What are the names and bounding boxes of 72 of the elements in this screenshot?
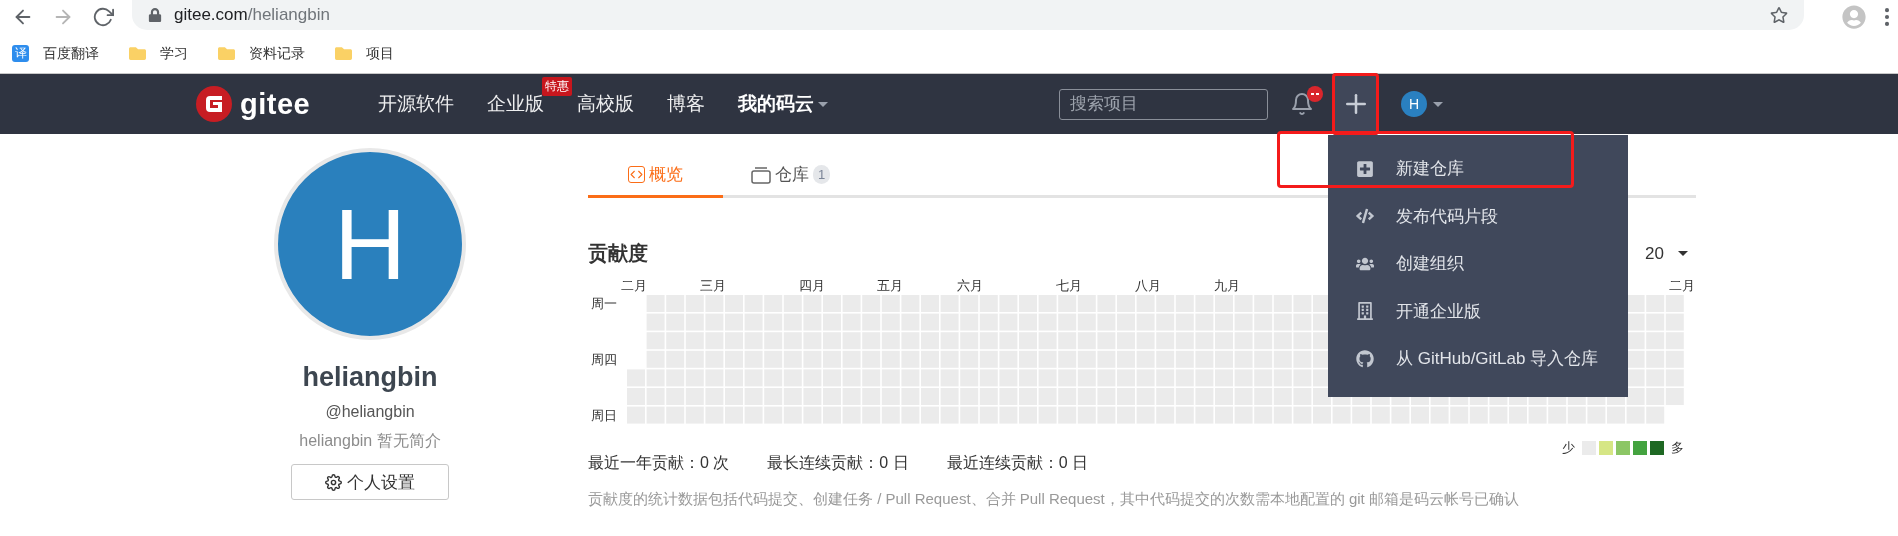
contribution-stat: 最近连续贡献：0 日 — [946, 453, 1089, 473]
folder-icon — [218, 45, 235, 62]
menu-item[interactable]: 新建仓库 — [1328, 145, 1628, 193]
reload-icon[interactable] — [92, 6, 114, 28]
legend-high-label: 多 — [1671, 439, 1684, 457]
menu-item-label: 开通企业版 — [1396, 300, 1481, 323]
settings-icon — [325, 473, 342, 491]
menu-item-label: 新建仓库 — [1396, 158, 1464, 181]
github-icon — [1354, 349, 1376, 368]
star-icon[interactable] — [1770, 6, 1788, 24]
folder-icon — [129, 45, 146, 62]
nav-link[interactable]: 开源软件 — [378, 91, 455, 117]
promo-badge: 特惠 — [542, 77, 573, 96]
menu-item-label: 发布代码片段 — [1396, 205, 1498, 228]
weekday-label: 周四 — [591, 351, 617, 367]
weekday-label: 周日 — [591, 407, 617, 423]
bookmark-label: 百度翻译 — [43, 44, 99, 63]
add-button[interactable] — [1332, 73, 1379, 135]
contribution-stat: 最长连续贡献：0 日 — [767, 453, 909, 473]
address-bar[interactable]: gitee.com/heliangbin — [132, 0, 1804, 30]
profile-name: heliangbin — [302, 362, 438, 393]
tab[interactable]: 仓库 1 — [723, 154, 858, 198]
menu-item[interactable]: 从 GitHub/GitLab 导入仓库 — [1328, 335, 1628, 383]
month-label: 四月 — [799, 278, 825, 293]
caret-icon — [1433, 101, 1443, 107]
menu-item-label: 创建组织 — [1396, 253, 1464, 276]
month-label: 二月 — [621, 278, 647, 293]
nav-link[interactable]: 企业版 — [487, 91, 545, 117]
code-icon — [1354, 207, 1376, 226]
bookmark-link[interactable]: 译 百度翻译 — [12, 44, 99, 63]
menu-item[interactable]: 开通企业版 — [1328, 287, 1628, 335]
repo-count: 1 — [812, 165, 831, 184]
lock-icon — [148, 8, 162, 22]
brand-name[interactable]: gitee — [240, 87, 311, 121]
bell-icon[interactable] — [1290, 92, 1314, 116]
bookmark-label: 资料记录 — [249, 44, 305, 63]
logo-icon — [196, 86, 232, 122]
profile-bio: heliangbin 暂无简介 — [299, 431, 441, 451]
stack-icon — [750, 165, 771, 184]
bookmark-link[interactable]: 学习 — [129, 44, 188, 63]
month-label: 三月 — [700, 278, 726, 293]
bookmark-link[interactable]: 项目 — [335, 44, 394, 63]
building-icon — [1354, 302, 1376, 321]
section-title: 贡献度 — [588, 241, 648, 266]
code-window-icon — [628, 166, 645, 183]
month-label: 八月 — [1135, 278, 1161, 293]
search-field[interactable]: 搜索项目 — [1059, 88, 1268, 120]
profile-handle: @heliangbin — [325, 403, 415, 421]
year-select[interactable]: 20 — [1645, 243, 1688, 264]
bookmark-link[interactable]: 资料记录 — [218, 44, 305, 63]
translate-icon: 译 — [12, 45, 29, 62]
settings-button[interactable]: 个人设置 — [291, 464, 449, 500]
folder-icon — [335, 45, 352, 62]
nav-link[interactable]: 高校版 — [577, 91, 635, 117]
bookmark-label: 项目 — [366, 44, 394, 63]
month-label: 六月 — [957, 278, 983, 293]
url-text: gitee.com/heliangbin — [174, 5, 330, 25]
nav-link[interactable]: 博客 — [667, 91, 706, 117]
nav-link[interactable]: 我的码云 — [738, 91, 829, 117]
month-label: 九月 — [1214, 278, 1240, 293]
weekday-label: 周一 — [591, 296, 617, 311]
bookmark-label: 学习 — [160, 44, 188, 63]
legend-low-label: 少 — [1562, 439, 1575, 457]
month-label: 七月 — [1056, 278, 1082, 293]
menu-item[interactable]: 创建组织 — [1328, 240, 1628, 288]
contribution-stat: 最近一年贡献：0 次 — [588, 453, 730, 473]
month-label: 五月 — [877, 278, 903, 293]
menu-item[interactable]: 发布代码片段 — [1328, 192, 1628, 240]
profile-avatar: H — [274, 148, 466, 340]
contribution-note: 贡献度的统计数据包括代码提交、创建任务 / Pull Request、合并 Pull Request，其中代码提交的次数需本地配置的 git 邮箱是码云帐号已确认 — [588, 490, 1520, 509]
menu-item-label: 从 GitHub/GitLab 导入仓库 — [1396, 348, 1599, 371]
month-label: 二月 — [1669, 278, 1695, 293]
